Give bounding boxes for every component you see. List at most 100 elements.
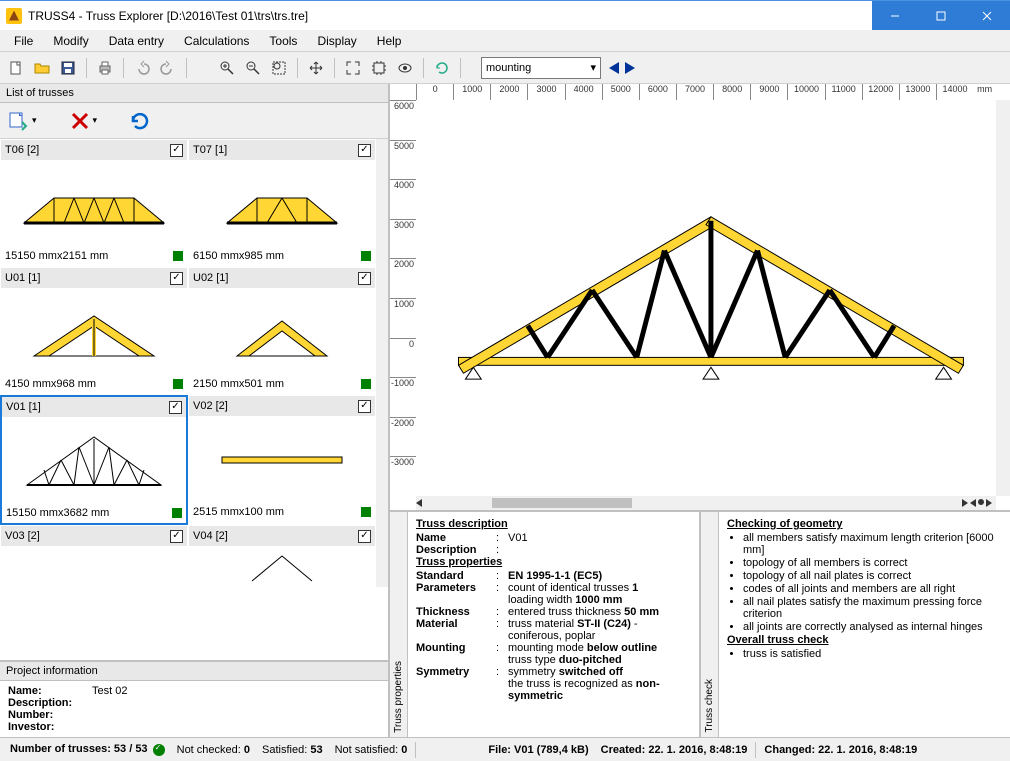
- truss-properties-tab[interactable]: Truss properties: [390, 512, 408, 737]
- truss-cell[interactable]: T07 [1]6150 mmx985 mm: [188, 139, 376, 267]
- overall-check-item: truss is satisfied: [743, 648, 1002, 660]
- menu-modify[interactable]: Modify: [43, 32, 98, 50]
- close-button[interactable]: [964, 1, 1010, 31]
- menu-calculations[interactable]: Calculations: [174, 32, 259, 50]
- pan-icon[interactable]: [304, 56, 328, 80]
- scrollbar-vertical[interactable]: [996, 100, 1010, 496]
- open-icon[interactable]: [30, 56, 54, 80]
- truss-props-header: Truss properties: [416, 556, 691, 568]
- status-count: Number of trusses: 53 / 53: [10, 743, 148, 755]
- truss-thumbnail: [189, 416, 375, 502]
- truss-dim: 15150 mmx2151 mm: [5, 250, 173, 262]
- check-item: codes of all joints and members are all …: [743, 583, 1002, 595]
- status-changed: Changed: 22. 1. 2016, 8:48:19: [764, 744, 917, 756]
- truss-grid[interactable]: T06 [2] 15150 mmx2151 mm T07 [1]6150 mmx98…: [0, 139, 388, 660]
- truss-cell[interactable]: V02 [2]2515 mmx100 mm: [188, 395, 376, 525]
- scroll-group-left-icon[interactable]: [970, 499, 976, 507]
- refresh-truss-button[interactable]: [129, 110, 151, 132]
- minimize-button[interactable]: [872, 1, 918, 31]
- scroll-dot-icon[interactable]: [978, 499, 984, 505]
- new-icon[interactable]: [4, 56, 28, 80]
- check-list: all members satisfy maximum length crite…: [743, 532, 1002, 633]
- truss-thumbnail: [189, 546, 375, 586]
- add-truss-button[interactable]: ▾: [8, 110, 37, 132]
- refresh-icon[interactable]: [430, 56, 454, 80]
- truss-checkbox[interactable]: [358, 144, 371, 157]
- menu-file[interactable]: File: [4, 32, 43, 50]
- status-icon: [173, 251, 183, 261]
- scrollbar[interactable]: [376, 139, 388, 587]
- delete-truss-button[interactable]: ▾: [69, 110, 98, 132]
- truss-cell-name: T07 [1]: [193, 144, 358, 156]
- menu-tools[interactable]: Tools: [259, 32, 307, 50]
- menu-display[interactable]: Display: [307, 32, 366, 50]
- print-icon[interactable]: [93, 56, 117, 80]
- truss-cell-name: V01 [1]: [6, 401, 169, 413]
- zoom-rect-icon[interactable]: [267, 56, 291, 80]
- scroll-group-right-icon[interactable]: [986, 499, 992, 507]
- view-icon[interactable]: [393, 56, 417, 80]
- truss-cell-name: U01 [1]: [5, 272, 170, 284]
- project-name-value: Test 02: [92, 685, 127, 697]
- truss-cell[interactable]: V04 [2]: [188, 525, 376, 587]
- truss-cell[interactable]: V01 [1] 15150 mmx3682 mm: [0, 395, 188, 525]
- ruler-horizontal: 0100020003000400050006000700080009000100…: [416, 84, 996, 100]
- project-info-panel: Project information NameTest 02 Descript…: [0, 660, 388, 737]
- truss-cell-name: V02 [2]: [193, 400, 358, 412]
- truss-checkbox[interactable]: [358, 530, 371, 543]
- toolbar: mounting ▾: [0, 52, 1010, 84]
- truss-dim: 4150 mmx968 mm: [5, 378, 173, 390]
- fit-icon[interactable]: [341, 56, 365, 80]
- truss-thumbnail: [1, 160, 187, 246]
- truss-desc-header: Truss description: [416, 518, 691, 530]
- check-icon: [153, 744, 165, 756]
- prev-button[interactable]: [609, 62, 619, 74]
- titlebar: TRUSS4 - Truss Explorer [D:\2016\Test 01…: [0, 0, 1010, 30]
- truss-canvas[interactable]: [416, 100, 996, 496]
- truss-list-header: List of trusses: [0, 84, 388, 103]
- truss-check-tab[interactable]: Truss check: [701, 512, 719, 737]
- view-mode-combo[interactable]: mounting ▾: [481, 57, 601, 79]
- menubar: File Modify Data entry Calculations Tool…: [0, 30, 1010, 52]
- right-panel: 0100020003000400050006000700080009000100…: [390, 84, 1010, 737]
- project-number-label: Number: [8, 709, 88, 721]
- scroll-thumb[interactable]: [492, 498, 632, 508]
- truss-thumbnail: [2, 417, 186, 503]
- check-item: topology of all members is correct: [743, 557, 1002, 569]
- maximize-button[interactable]: [918, 1, 964, 31]
- truss-checkbox[interactable]: [358, 400, 371, 413]
- scrollbar-horizontal[interactable]: [416, 496, 996, 510]
- menu-help[interactable]: Help: [367, 32, 412, 50]
- truss-cell[interactable]: V03 [2]: [0, 525, 188, 587]
- scroll-left-icon[interactable]: [416, 499, 422, 507]
- truss-thumbnail: [1, 546, 187, 586]
- truss-checkbox[interactable]: [170, 272, 183, 285]
- save-icon[interactable]: [56, 56, 80, 80]
- truss-checkbox[interactable]: [358, 272, 371, 285]
- undo-icon[interactable]: [130, 56, 154, 80]
- scroll-right-icon[interactable]: [962, 499, 968, 507]
- truss-cell[interactable]: T06 [2] 15150 mmx2151 mm: [0, 139, 188, 267]
- truss-name-value: V01: [508, 532, 691, 544]
- menu-data-entry[interactable]: Data entry: [99, 32, 174, 50]
- zoom-in-icon[interactable]: [215, 56, 239, 80]
- status-icon: [172, 508, 182, 518]
- status-icon: [361, 379, 371, 389]
- truss-cell[interactable]: U02 [1]2150 mmx501 mm: [188, 267, 376, 395]
- redo-icon[interactable]: [156, 56, 180, 80]
- ruler-vertical: 6000500040003000200010000-1000-2000-3000: [390, 100, 416, 496]
- truss-dim: 2150 mmx501 mm: [193, 378, 361, 390]
- status-icon: [361, 251, 371, 261]
- truss-cell[interactable]: U01 [1] 4150 mmx968 mm: [0, 267, 188, 395]
- canvas-area[interactable]: 0100020003000400050006000700080009000100…: [390, 84, 1010, 512]
- next-button[interactable]: [625, 62, 635, 74]
- zoom-out-icon[interactable]: [241, 56, 265, 80]
- truss-dim: 15150 mmx3682 mm: [6, 507, 172, 519]
- truss-cell-name: T06 [2]: [5, 144, 170, 156]
- window-buttons: [872, 1, 1010, 31]
- truss-checkbox[interactable]: [169, 401, 182, 414]
- truss-cell-name: V03 [2]: [5, 530, 170, 542]
- fit-selection-icon[interactable]: [367, 56, 391, 80]
- truss-checkbox[interactable]: [170, 530, 183, 543]
- truss-checkbox[interactable]: [170, 144, 183, 157]
